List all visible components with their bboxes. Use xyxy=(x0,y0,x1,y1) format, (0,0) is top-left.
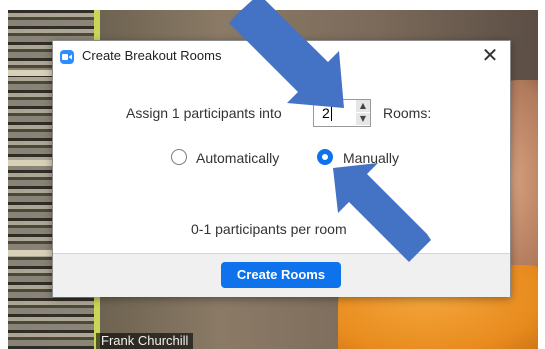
annotation-arrows xyxy=(229,0,431,262)
arrow-pointing-to-manually xyxy=(333,163,431,262)
arrow-pointing-to-stepper xyxy=(229,0,344,108)
screen: Frank Churchill Create Breakout Rooms ✕ … xyxy=(0,0,545,349)
